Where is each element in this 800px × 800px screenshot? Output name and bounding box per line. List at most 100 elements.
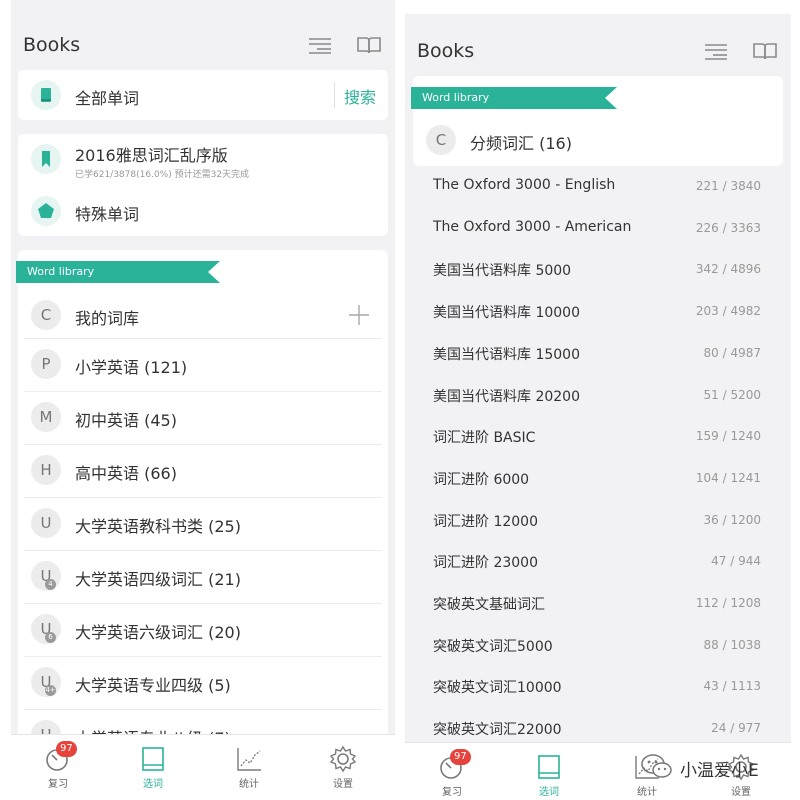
my-library-row[interactable]: C 我的词库	[18, 292, 388, 338]
vocabulary-item[interactable]: 美国当代语料库 10000 203 / 4982	[405, 291, 791, 332]
library-item[interactable]: U 4 大学英语四级词汇 (21)	[18, 550, 388, 603]
category-letter-c: C	[426, 125, 456, 155]
category-row[interactable]: C 分频词汇 (16)	[413, 120, 783, 162]
vocabulary-name: 美国当代语料库 5000	[433, 263, 572, 280]
tab-label: 选词	[539, 787, 559, 798]
vocabulary-item[interactable]: 突破英文词汇5000 88 / 1038	[405, 625, 791, 666]
category-letter-badge: U	[31, 508, 61, 538]
category-letter-badge: H	[31, 455, 61, 485]
all-words-label: 全部单词	[75, 89, 140, 108]
vocabulary-progress-count: 80 / 4987	[703, 345, 761, 360]
tab-label: 复习	[442, 787, 462, 798]
category-letter: U	[40, 514, 52, 532]
library-item-label: 高中英语 (66)	[75, 464, 177, 483]
vocabulary-progress-count: 51 / 5200	[703, 387, 761, 402]
library-item[interactable]: P 小学英语 (121)	[18, 338, 388, 391]
search-button[interactable]: 搜索	[344, 84, 376, 108]
current-book-card: 2016雅思词汇乱序版 已学621/3878(16.0%) 预计还需32天完成 …	[18, 134, 388, 236]
tab-book-select[interactable]: 选词	[519, 743, 579, 800]
library-item[interactable]: U 大学英语教科书类 (25)	[18, 497, 388, 550]
category-letter-badge: U4	[31, 561, 61, 591]
tab-timer[interactable]: 97 复习	[28, 735, 88, 800]
watermark-text: 小温爱小E	[680, 761, 759, 781]
library-item-label: 小学英语 (121)	[75, 358, 188, 377]
tab-label: 设置	[333, 779, 353, 790]
category-card: Word library C 分频词汇 (16)	[413, 76, 783, 166]
level-subscript: 4+	[45, 685, 56, 696]
word-library-ribbon: Word library	[16, 261, 220, 283]
book-icon[interactable]	[752, 40, 778, 62]
vocabulary-item[interactable]: 美国当代语料库 5000 342 / 4896	[405, 249, 791, 290]
library-item-label: 大学英语六级词汇 (20)	[75, 623, 241, 642]
page-title: Books	[417, 40, 475, 62]
page-title: Books	[23, 34, 81, 56]
vocabulary-name: 词汇进阶 BASIC	[433, 430, 536, 447]
current-book-title: 2016雅思词汇乱序版	[75, 146, 228, 165]
word-library-ribbon: Word library	[411, 87, 617, 109]
special-words-row[interactable]: 特殊单词	[18, 186, 388, 236]
vocabulary-name: 突破英文词汇22000	[433, 722, 562, 739]
left-phone-screen: Books 全部单词 搜索 2016雅思词汇乱序版 已学621/3878(16.…	[11, 0, 395, 800]
vocabulary-progress-count: 43 / 1113	[703, 679, 761, 694]
bookmark-icon	[31, 144, 61, 174]
list-menu-icon[interactable]	[703, 40, 729, 62]
vocabulary-name: The Oxford 3000 - English	[433, 177, 616, 193]
category-letter-c: C	[31, 300, 61, 330]
list-menu-icon[interactable]	[307, 34, 333, 56]
word-library-card: Word library C 我的词库 P 小学英语 (121) M 初中英语 (45…	[18, 250, 388, 770]
vocabulary-item[interactable]: 突破英文词汇10000 43 / 1113	[405, 666, 791, 707]
vocabulary-progress-count: 226 / 3363	[695, 220, 761, 235]
tab-book-select[interactable]: 选词	[123, 735, 183, 800]
book-icon	[31, 80, 61, 110]
category-letter: P	[41, 355, 51, 373]
vocabulary-item[interactable]: 美国当代语料库 20200 51 / 5200	[405, 375, 791, 416]
vocabulary-item[interactable]: 突破英文基础词汇 112 / 1208	[405, 583, 791, 624]
tab-chart[interactable]: 统计	[219, 735, 279, 800]
tab-label: 复习	[48, 779, 68, 790]
vocabulary-name: 突破英文基础词汇	[433, 597, 545, 613]
divider	[334, 82, 335, 108]
category-letter-badge: U6	[31, 614, 61, 644]
tab-label: 统计	[239, 779, 259, 790]
vocabulary-item[interactable]: 词汇进阶 23000 47 / 944	[405, 541, 791, 582]
vocabulary-item[interactable]: 美国当代语料库 15000 80 / 4987	[405, 333, 791, 374]
category-letter-badge: P	[31, 349, 61, 379]
category-letter: M	[39, 408, 53, 426]
vocabulary-name: 突破英文词汇5000	[433, 638, 553, 655]
library-item[interactable]: M 初中英语 (45)	[18, 391, 388, 444]
library-item-label: 大学英语教科书类 (25)	[75, 517, 241, 536]
vocabulary-progress-count: 104 / 1241	[695, 470, 761, 485]
vocabulary-item[interactable]: The Oxford 3000 - American 226 / 3363	[405, 208, 791, 249]
plus-icon[interactable]	[348, 304, 370, 326]
vocabulary-progress-count: 24 / 977	[711, 721, 761, 736]
category-letter-badge: M	[31, 402, 61, 432]
vocabulary-progress-count: 203 / 4982	[695, 304, 761, 319]
vocabulary-item[interactable]: 词汇进阶 6000 104 / 1241	[405, 458, 791, 499]
right-phone-screen: Books Word library C 分频词汇 (16) The Oxfor…	[405, 0, 791, 800]
vocabulary-item[interactable]: 词汇进阶 12000 36 / 1200	[405, 500, 791, 541]
vocabulary-item[interactable]: The Oxford 3000 - English 221 / 3840	[405, 166, 791, 207]
app-bar: Books	[405, 30, 791, 74]
library-item[interactable]: U 4+ 大学英语专业四级 (5)	[18, 656, 388, 709]
vocabulary-progress-count: 36 / 1200	[703, 512, 761, 527]
library-item-label: 大学英语专业四级 (5)	[75, 676, 231, 695]
tab-label: 选词	[143, 779, 163, 790]
all-words-card[interactable]: 全部单词 搜索	[18, 70, 388, 120]
book-icon[interactable]	[356, 34, 382, 56]
current-book-row[interactable]: 2016雅思词汇乱序版 已学621/3878(16.0%) 预计还需32天完成	[18, 134, 388, 184]
watermark: 小温爱小E	[632, 748, 792, 788]
level-subscript: 4	[45, 579, 56, 590]
vocabulary-item[interactable]: 词汇进阶 BASIC 159 / 1240	[405, 416, 791, 457]
current-book-progress: 已学621/3878(16.0%) 预计还需32天完成	[75, 170, 250, 180]
tab-gear[interactable]: 设置	[313, 735, 373, 800]
tab-timer[interactable]: 97 复习	[422, 743, 482, 800]
vocabulary-name: 美国当代语料库 10000	[433, 305, 580, 322]
vocabulary-name: The Oxford 3000 - American	[433, 218, 632, 235]
pentagon-icon	[31, 196, 61, 226]
special-words-label: 特殊单词	[75, 205, 140, 224]
level-subscript: 6	[45, 632, 56, 643]
vocabulary-name: 词汇进阶 6000	[433, 471, 530, 488]
library-item[interactable]: H 高中英语 (66)	[18, 444, 388, 497]
review-count-badge: 97	[56, 741, 77, 757]
library-item[interactable]: U 6 大学英语六级词汇 (20)	[18, 603, 388, 656]
